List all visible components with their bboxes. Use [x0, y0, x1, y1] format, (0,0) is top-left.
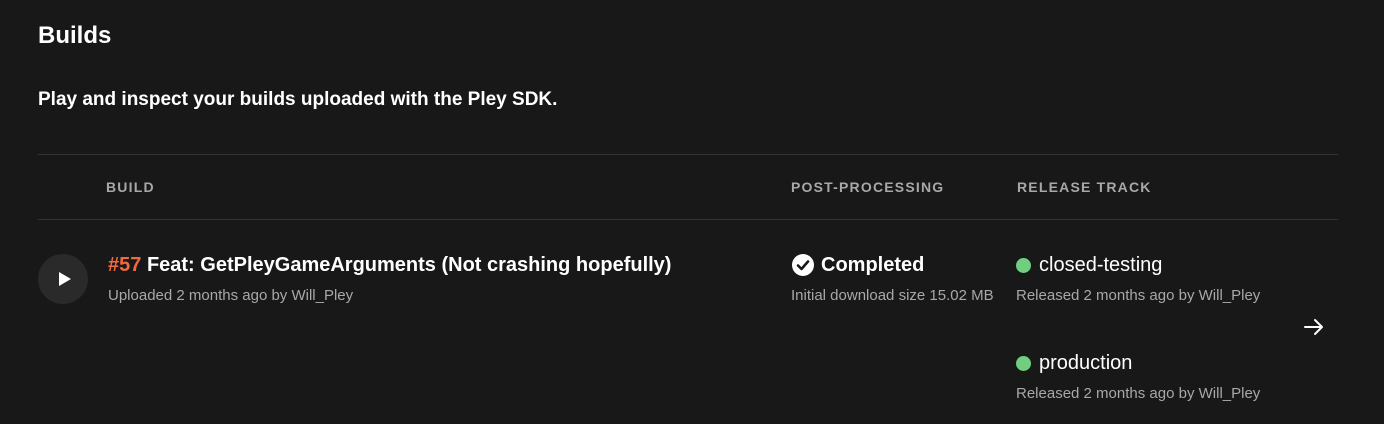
build-number: #57	[108, 254, 142, 276]
header-divider-top	[38, 154, 1338, 155]
download-size: Initial download size 15.02 MB	[791, 287, 994, 304]
build-title[interactable]: #57 Feat: GetPleyGameArguments (Not cras…	[108, 253, 671, 277]
builds-page: Builds Play and inspect your builds uplo…	[0, 0, 1384, 424]
release-track-name: closed-testing	[1039, 254, 1163, 276]
header-divider-bottom	[38, 219, 1338, 220]
column-header-release-track: RELEASE TRACK	[1017, 179, 1152, 195]
release-track-closed-testing: closed-testing	[1016, 253, 1162, 277]
release-track-name: production	[1039, 352, 1133, 374]
status-label: Completed	[821, 254, 925, 276]
play-button[interactable]	[38, 254, 88, 304]
column-header-post-processing: POST-PROCESSING	[791, 179, 945, 195]
status-dot-icon	[1016, 355, 1031, 371]
release-track-production: production	[1016, 351, 1132, 375]
release-track-info: Released 2 months ago by Will_Pley	[1016, 385, 1261, 402]
column-header-build: BUILD	[106, 179, 155, 195]
status-dot-icon	[1016, 257, 1031, 273]
play-icon	[58, 272, 71, 286]
page-subtitle: Play and inspect your builds uploaded wi…	[38, 89, 558, 110]
post-processing-status: Completed	[792, 253, 924, 277]
arrow-right-icon[interactable]	[1302, 316, 1326, 338]
build-uploaded-info: Uploaded 2 months ago by Will_Pley	[108, 287, 354, 304]
page-title: Builds	[38, 22, 112, 49]
build-name: Feat: GetPleyGameArguments (Not crashing…	[146, 254, 672, 276]
release-track-info: Released 2 months ago by Will_Pley	[1016, 287, 1261, 304]
check-circle-icon	[792, 254, 814, 276]
